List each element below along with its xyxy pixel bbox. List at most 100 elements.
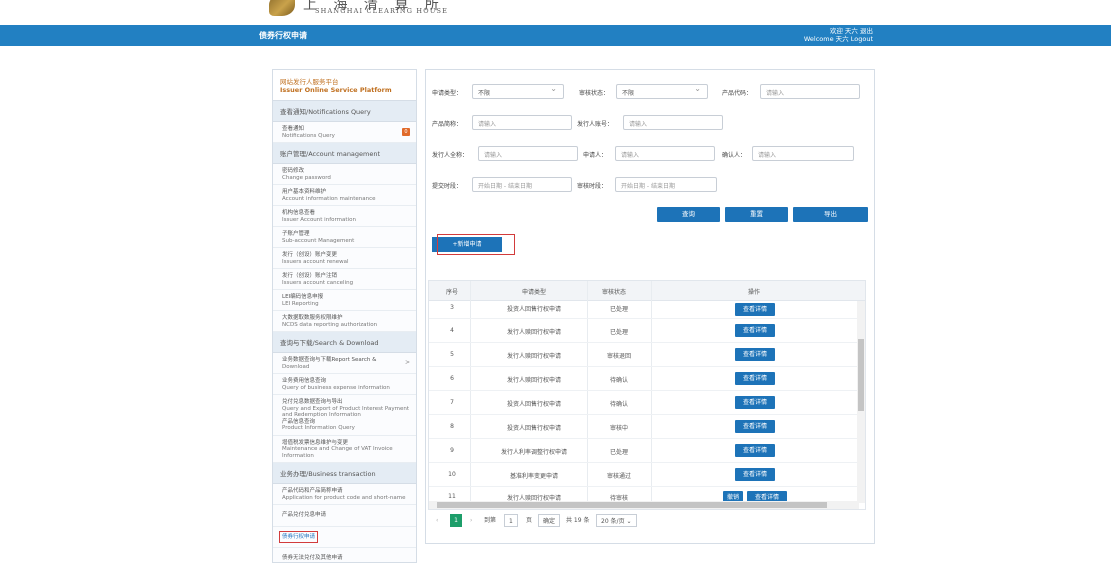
sidebar-item-label-en: Query and Export of Product Interest Pay… [282, 405, 410, 419]
apply-type-label: 申请类型： [432, 90, 463, 97]
export-button[interactable]: 导出 [793, 207, 868, 222]
sidebar-item-bond-exercise[interactable]: 债券行权申请 [273, 526, 416, 548]
row-status: 审核中 [609, 425, 628, 432]
sidebar-item-default-apply[interactable]: 债券无法兑付及其他申请 [273, 548, 416, 562]
submit-time-label: 提交时段： [432, 183, 463, 190]
page-size-select[interactable]: 20 条/页 ⌄ [596, 514, 637, 527]
row-type: 投资人回售行权申请 [506, 425, 561, 432]
sidebar-header: 网站发行人服务平台 Issuer Online Service Platform [273, 70, 416, 101]
view-detail-button[interactable]: 查看详情 [735, 303, 775, 316]
row-no: 8 [450, 423, 454, 430]
sidebar-item-account-cancel[interactable]: 发行（创设）账户注销 Issuers account canceling [273, 269, 416, 290]
sidebar-group-account[interactable]: 账户管理/Account management [273, 143, 416, 164]
sidebar-item-notifications[interactable]: 查看通知 Notifications Query 0 [273, 122, 416, 143]
next-page-icon[interactable]: › [470, 514, 472, 527]
sidebar-item-report-search[interactable]: 业务数据查询与下载Report Search & Download > [273, 353, 416, 374]
table-header: 序号 申请类型 审核状态 操作 [429, 281, 865, 301]
view-detail-button[interactable]: 查看详情 [735, 324, 775, 337]
product-code-input[interactable]: 请输入 [760, 84, 860, 99]
sidebar-item-label-en: Query of business expense information [282, 384, 390, 391]
prev-page-icon[interactable]: ‹ [436, 514, 438, 527]
sidebar-group-business[interactable]: 业务办理/Business transaction [273, 463, 416, 484]
view-detail-button[interactable]: 查看详情 [735, 372, 775, 385]
view-detail-button[interactable]: 查看详情 [735, 348, 775, 361]
row-no: 3 [450, 304, 454, 311]
issuer-name-label: 发行人全称： [432, 152, 469, 159]
scrollbar-thumb[interactable] [437, 502, 827, 508]
row-no: 5 [450, 351, 454, 358]
column-header-no: 序号 [445, 289, 458, 296]
query-button[interactable]: 查询 [657, 207, 720, 222]
submit-time-range[interactable]: 开始日期 - 结束日期 [472, 177, 572, 192]
reset-button[interactable]: 重置 [725, 207, 788, 222]
sidebar-item-label-en: Sub-account Management [282, 237, 355, 244]
horizontal-scrollbar[interactable] [429, 501, 859, 509]
issuer-account-input[interactable]: 请输入 [623, 115, 723, 130]
goto-confirm-button[interactable]: 确定 [538, 514, 561, 527]
row-status: 待确认 [609, 377, 628, 384]
sidebar-item-label: 产品兑付兑息申请 [282, 512, 327, 518]
table-row: 9 发行人利率调整行权申请 已处理 查看详情 [429, 439, 859, 463]
sidebar-item-label-en: Notifications Query [282, 132, 335, 139]
sidebar-item-label: 债券无法兑付及其他申请 [282, 555, 343, 561]
applicant-input[interactable]: 请输入 [615, 146, 715, 161]
sidebar-item-issuer-info[interactable]: 机构信息查看 Issuer Account information [273, 206, 416, 227]
confirmer-input[interactable]: 请输入 [752, 146, 854, 161]
vertical-scrollbar[interactable] [857, 301, 865, 503]
page-button-current[interactable]: 1 [450, 514, 462, 527]
sidebar-item-label-en: LEI Reporting [282, 300, 319, 307]
view-detail-button[interactable]: 查看详情 [735, 444, 775, 457]
highlight-box [437, 234, 515, 255]
logo-emblem-icon [269, 0, 295, 16]
goto-page-input[interactable]: 1 [504, 514, 518, 527]
sidebar-item-label: 债券行权申请 [278, 530, 319, 543]
scrollbar-thumb[interactable] [858, 339, 864, 411]
row-type: 发行人赎回行权申请 [506, 329, 561, 336]
chevron-right-icon: > [404, 359, 410, 366]
sidebar-item-change-password[interactable]: 密码修改 Change password [273, 164, 416, 185]
column-header-type: 申请类型 [521, 289, 546, 296]
sidebar-item-product-code[interactable]: 产品代码和产品简称申请 Application for product code … [273, 484, 416, 505]
row-status: 已处理 [609, 329, 628, 336]
user-welcome-cn[interactable]: 欢迎 天六 退出 [804, 27, 873, 35]
sidebar-item-sub-account[interactable]: 子账户管理 Sub-account Management [273, 227, 416, 248]
review-time-label: 审核时段： [577, 183, 608, 190]
view-detail-button[interactable]: 查看详情 [735, 420, 775, 433]
product-name-input[interactable]: 请输入 [472, 115, 572, 130]
sidebar-group-notifications[interactable]: 查看通知/Notifications Query [273, 101, 416, 122]
review-status-select[interactable]: 不限 [616, 84, 708, 99]
row-no: 10 [448, 471, 456, 478]
sidebar-item-label-en: Product Information Query [282, 425, 355, 431]
table-row: 7 投资人回售行权申请 待确认 查看详情 [429, 391, 859, 415]
table-row: 8 投资人回售行权申请 审核中 查看详情 [429, 415, 859, 439]
view-detail-button[interactable]: 查看详情 [735, 396, 775, 409]
sidebar-item-interest-export[interactable]: 兑付兑息数据查询与导出 Query and Export of Product I… [273, 395, 416, 436]
sidebar-item-lei[interactable]: LEI编码信息申报 LEI Reporting [273, 290, 416, 311]
notification-count-badge: 0 [402, 128, 410, 136]
view-detail-button[interactable]: 查看详情 [735, 468, 775, 481]
issuer-name-input[interactable]: 请输入 [478, 146, 578, 161]
sidebar-item-account-renewal[interactable]: 发行（创设）账户变更 Issuers account renewal [273, 248, 416, 269]
sidebar-item-account-info[interactable]: 用户基本资料维护 Account information maintenance [273, 185, 416, 206]
sidebar-item-label-en: NCDS data reporting authorization [282, 321, 378, 328]
row-status: 已处理 [609, 449, 628, 456]
sidebar-item-ncds[interactable]: 大数据取数服务权限维护 NCDS data reporting authoriza… [273, 311, 416, 332]
user-welcome-en[interactable]: Welcome 天六 Logout [804, 35, 873, 43]
sidebar-item-expense-query[interactable]: 业务费用信息查询 Query of business expense inform… [273, 374, 416, 395]
table-row: 10 基准利率变更申请 审核通过 查看详情 [429, 463, 859, 487]
goto-label: 到第 [484, 517, 497, 524]
row-type: 投资人回售行权申请 [506, 306, 561, 313]
sidebar-item-label-en: Issuer Account information [282, 216, 356, 223]
sidebar-item-redemption[interactable]: 产品兑付兑息申请 [273, 505, 416, 527]
sidebar-item-vat-invoice[interactable]: 增值税发票信息维护与变更 Maintenance and Change of VA… [273, 435, 416, 463]
apply-type-select[interactable]: 不限 [472, 84, 564, 99]
issuer-account-label: 发行人账号： [577, 121, 614, 128]
sidebar-item-label-en: Download [282, 363, 310, 370]
row-type: 发行人赎回行权申请 [506, 377, 561, 384]
column-header-actions: 操作 [747, 289, 760, 296]
user-welcome[interactable]: 欢迎 天六 退出 Welcome 天六 Logout [804, 27, 873, 43]
review-time-range[interactable]: 开始日期 - 结束日期 [615, 177, 717, 192]
row-no: 7 [450, 399, 454, 406]
sidebar-group-search[interactable]: 查询与下载/Search & Download [273, 332, 416, 353]
sidebar-item-label-en: Application for product code and short-n… [282, 494, 406, 501]
